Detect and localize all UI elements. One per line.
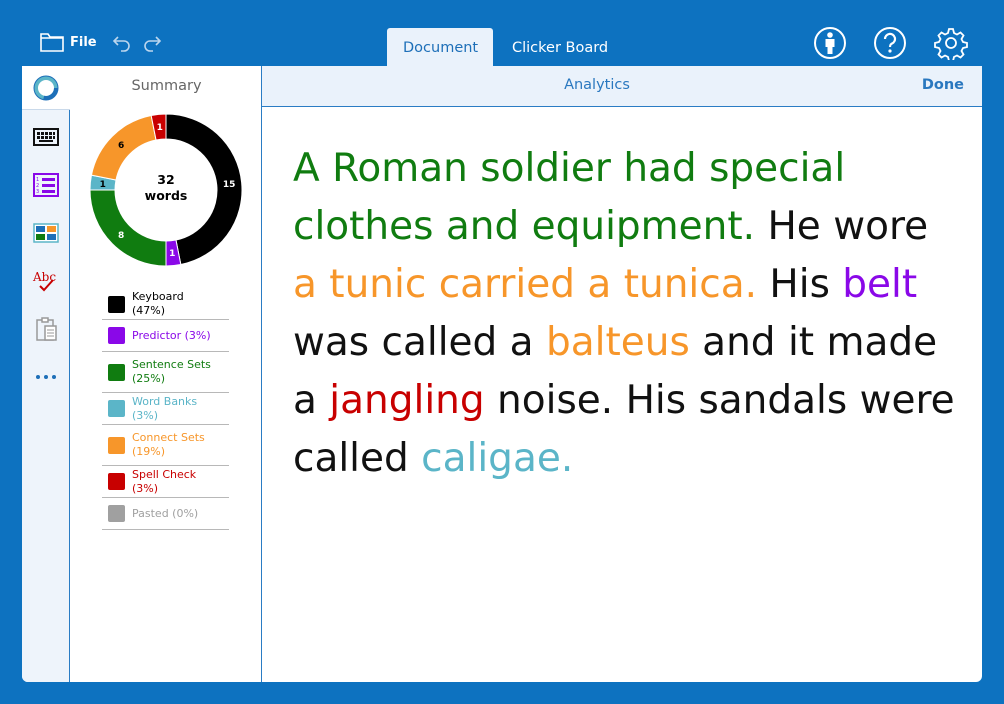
legend-label: Sentence Sets (25%) [132,358,211,385]
rail-item-word-banks[interactable] [22,213,69,253]
document-text[interactable]: A Roman soldier had special clothes and … [293,140,963,488]
keyboard-icon [32,128,59,146]
legend-label: Spell Check (3%) [132,467,197,495]
legend-label: Pasted (0%) [132,506,199,520]
gear-icon[interactable] [934,26,968,60]
legend-label: Word Banks (3%) [132,394,198,422]
text-run: balteus [545,320,690,365]
legend-label: Connect Sets (19%) [132,431,205,458]
legend-label: Predictor (3%) [132,328,211,342]
legend-item: Connect Sets (19%) [102,425,229,466]
spell-check-icon: Abc [32,270,56,292]
tab-document[interactable]: Document [387,28,493,66]
svg-text:3: 3 [36,189,39,195]
donut-label-connect-sets: 6 [118,141,124,151]
legend-item: Keyboard (47%) [102,289,229,320]
tab-clicker-board[interactable]: Clicker Board [496,28,624,66]
sentence-sets-icon: 123 [32,173,59,197]
donut-label-spell-check: 1 [157,123,163,133]
svg-text:Abc: Abc [32,270,56,284]
analytics-header: Analytics Done [262,66,982,107]
file-button[interactable]: File [40,32,97,52]
word-source-donut-chart: 15 1 8 1 6 1 32 words [89,113,243,267]
text-run: caligae. [421,436,574,481]
legend-item: Sentence Sets (25%) [102,352,229,393]
summary-panel: Summary 15 1 8 1 6 1 32 words Keyboard (47%) P… [71,66,262,682]
more-icon [35,375,56,379]
donut-label-sentence-sets: 8 [118,231,124,241]
legend-swatch [108,327,125,344]
rail-item-clipboard[interactable] [22,309,69,349]
rail-item-keyboard[interactable] [22,117,69,157]
redo-icon[interactable] [142,33,162,53]
folder-icon [40,33,64,52]
legend-swatch [108,436,125,454]
total-word-count: 32 [157,172,174,187]
person-icon[interactable] [813,26,847,60]
workspace-panel: 123 Abc Summary 15 1 8 1 6 1 32 words Ke… [22,66,982,682]
legend-item: Pasted (0%) [102,498,229,530]
analytics-icon [33,75,59,100]
analytics-title: Analytics [564,77,630,93]
rail-item-analytics[interactable] [22,66,70,110]
legend-swatch [108,363,125,381]
legend-swatch [108,505,125,522]
donut-label-predictor: 1 [169,249,175,259]
text-run: a tunic carried a tunica. [293,262,758,307]
legend-item: Predictor (3%) [102,320,229,352]
word-source-legend: Keyboard (47%) Predictor (3%) Sentence Set… [102,289,229,530]
undo-icon[interactable] [112,33,132,53]
top-toolbar: File Document Clicker Board [0,0,1004,66]
legend-swatch [108,400,125,417]
legend-label: Keyboard (47%) [132,290,184,317]
text-run: belt [842,262,918,307]
help-icon[interactable] [873,26,907,60]
text-run: His [757,262,843,307]
total-word-unit: words [145,188,188,203]
donut-label-keyboard: 15 [223,180,236,190]
rail-item-spell-check[interactable]: Abc [22,261,69,301]
rail-item-sentence-sets[interactable]: 123 [22,165,69,205]
done-button[interactable]: Done [922,77,964,93]
clipboard-icon [35,317,57,341]
tool-rail: 123 Abc [22,66,70,682]
donut-label-word-banks: 1 [100,180,106,190]
legend-swatch [108,295,125,313]
file-label: File [70,34,97,50]
text-run: jangling [329,378,485,423]
rail-item-more[interactable] [22,357,69,397]
text-run: was called a [293,320,546,365]
document-area: Analytics Done A Roman soldier had speci… [262,66,982,682]
legend-item: Spell Check (3%) [102,466,229,498]
summary-title: Summary [131,78,202,94]
legend-item: Word Banks (3%) [102,393,229,425]
word-banks-icon [32,223,59,243]
legend-swatch [108,473,125,490]
text-run: He wore [755,204,929,249]
